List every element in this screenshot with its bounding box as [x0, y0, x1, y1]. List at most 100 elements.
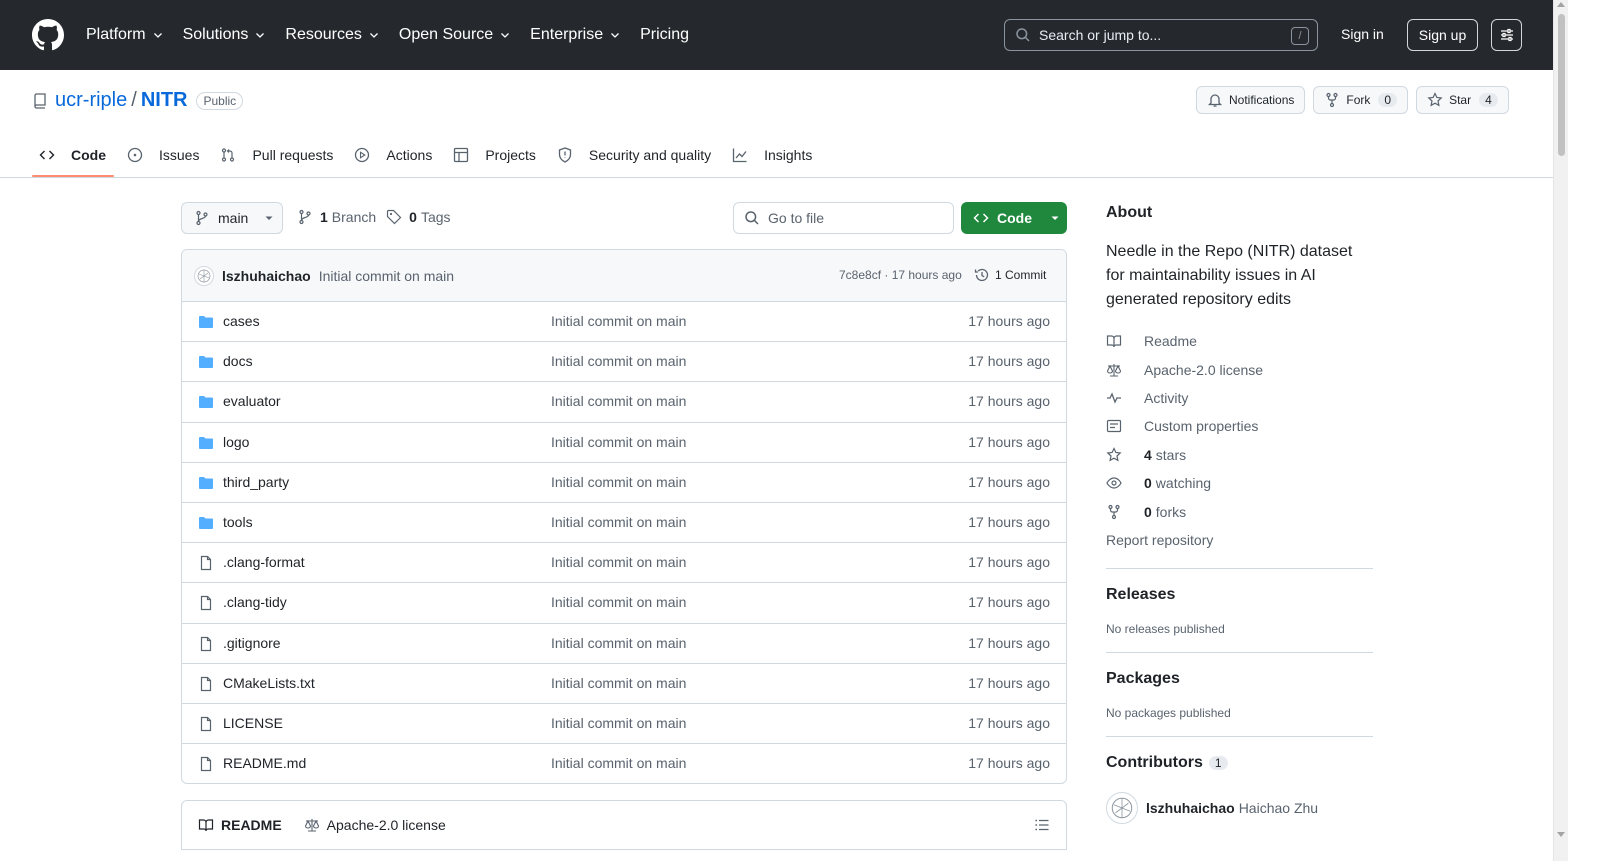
repo-path-separator: /	[131, 89, 137, 111]
scrollbar-thumb[interactable]	[1558, 14, 1565, 156]
file-name-link[interactable]: docs	[223, 353, 253, 369]
file-name-link[interactable]: .gitignore	[223, 635, 281, 651]
sign-up-button[interactable]: Sign up	[1407, 19, 1478, 51]
forks-link[interactable]: 0 forks	[1106, 497, 1373, 525]
global-search-input[interactable]: Search or jump to... /	[1004, 19, 1318, 51]
file-name-link[interactable]: .clang-format	[223, 554, 305, 570]
file-row[interactable]: tools Initial commit on main 17 hours ago	[182, 503, 1066, 544]
file-commit-message-link[interactable]: Initial commit on main	[551, 554, 686, 570]
file-name-link[interactable]: tools	[223, 514, 253, 530]
file-name-link[interactable]: .clang-tidy	[223, 594, 287, 610]
github-logo-icon[interactable]	[32, 19, 64, 51]
nav-resources[interactable]: Resources	[285, 26, 379, 44]
sign-in-link[interactable]: Sign in	[1341, 26, 1384, 42]
appearance-settings-button[interactable]	[1491, 19, 1522, 51]
nav-pricing[interactable]: Pricing	[640, 26, 689, 44]
eye-icon	[1106, 475, 1133, 491]
file-row[interactable]: CMakeLists.txt Initial commit on main 17 h…	[182, 664, 1066, 704]
file-commit-message-link[interactable]: Initial commit on main	[551, 313, 686, 329]
file-row[interactable]: LICENSE Initial commit on main 17 hours ag…	[182, 704, 1066, 745]
go-to-file-input[interactable]: Go to file	[733, 202, 954, 234]
stars-link[interactable]: 4 stars	[1106, 441, 1373, 469]
file-commit-message-link[interactable]: Initial commit on main	[551, 755, 686, 771]
file-name-link[interactable]: README.md	[223, 755, 306, 771]
nav-platform[interactable]: Platform	[86, 26, 164, 44]
branch-select-button[interactable]: main	[181, 202, 283, 234]
file-name-link[interactable]: logo	[223, 434, 249, 450]
avatar[interactable]	[1106, 792, 1138, 825]
tab-issues[interactable]: Issues	[120, 134, 213, 176]
file-commit-message-link[interactable]: Initial commit on main	[551, 474, 686, 490]
file-commit-message-link[interactable]: Initial commit on main	[551, 514, 686, 530]
avatar[interactable]	[194, 265, 214, 286]
repo-tabs: Code Issues Pull requests Actions Projec…	[32, 134, 826, 178]
nav-enterprise[interactable]: Enterprise	[530, 26, 621, 44]
tab-projects[interactable]: Projects	[446, 134, 550, 176]
tab-insights[interactable]: Insights	[725, 134, 826, 176]
issue-icon	[127, 147, 151, 163]
commit-history-link[interactable]: 1 Commit	[974, 267, 1046, 283]
star-button[interactable]: Star 4	[1416, 86, 1509, 114]
caret-down-icon	[264, 213, 274, 223]
fork-button[interactable]: Fork 0	[1313, 86, 1409, 114]
file-row[interactable]: README.md Initial commit on main 17 hours …	[182, 744, 1066, 783]
file-commit-message-link[interactable]: Initial commit on main	[551, 675, 686, 691]
scroll-down-arrow-icon[interactable]	[1557, 832, 1565, 837]
sidebar-divider	[1106, 652, 1373, 654]
commit-author-link[interactable]: lszhuhaichao	[222, 268, 311, 284]
file-name-link[interactable]: cases	[223, 313, 260, 329]
watchers-link[interactable]: 0 watching	[1106, 469, 1373, 497]
file-commit-message-link[interactable]: Initial commit on main	[551, 594, 686, 610]
readme-tab[interactable]: README	[198, 817, 282, 833]
contributor-login-link[interactable]: lszhuhaichao	[1146, 800, 1235, 816]
file-name-link[interactable]: LICENSE	[223, 715, 283, 731]
file-commit-message-link[interactable]: Initial commit on main	[551, 715, 686, 731]
tab-actions[interactable]: Actions	[347, 134, 446, 176]
sidebar-divider	[1106, 736, 1373, 738]
releases-heading[interactable]: Releases	[1106, 586, 1373, 604]
tab-code[interactable]: Code	[32, 134, 120, 177]
file-commit-message-link[interactable]: Initial commit on main	[551, 635, 686, 651]
license-link[interactable]: Apache-2.0 license	[1106, 355, 1373, 383]
tag-icon	[386, 209, 402, 225]
nav-solutions[interactable]: Solutions	[183, 26, 267, 44]
commit-message-link[interactable]: Initial commit on main	[319, 268, 454, 284]
nav-open-source[interactable]: Open Source	[399, 26, 511, 44]
file-row[interactable]: cases Initial commit on main 17 hours ago	[182, 302, 1066, 343]
file-name-link[interactable]: CMakeLists.txt	[223, 675, 315, 691]
custom-properties-link[interactable]: Custom properties	[1106, 412, 1373, 440]
packages-heading[interactable]: Packages	[1106, 670, 1373, 688]
repo-owner-link[interactable]: ucr-riple	[55, 89, 127, 112]
file-row[interactable]: evaluator Initial commit on main 17 hours …	[182, 382, 1066, 423]
file-row[interactable]: .clang-tidy Initial commit on main 17 hour…	[182, 583, 1066, 624]
scroll-up-arrow-icon[interactable]	[1557, 2, 1565, 7]
file-name-link[interactable]: third_party	[223, 474, 289, 490]
tags-link[interactable]: 0 Tags	[386, 209, 451, 225]
file-row[interactable]: logo Initial commit on main 17 hours ago	[182, 423, 1066, 463]
file-row[interactable]: third_party Initial commit on main 17 hour…	[182, 463, 1066, 503]
commit-sha-time[interactable]: 7c8e8cf · 17 hours ago	[839, 268, 962, 282]
file-name-link[interactable]: evaluator	[223, 393, 281, 409]
branches-link[interactable]: 1 Branch	[297, 209, 376, 225]
shield-icon	[557, 147, 581, 163]
notifications-button[interactable]: Notifications	[1196, 86, 1306, 114]
outline-list-icon[interactable]	[1034, 817, 1050, 836]
latest-commit-bar: lszhuhaichao Initial commit on main 7c8e…	[182, 250, 1066, 302]
license-tab[interactable]: Apache-2.0 license	[304, 817, 446, 833]
file-commit-message-link[interactable]: Initial commit on main	[551, 353, 686, 369]
tab-pull-requests[interactable]: Pull requests	[213, 134, 347, 176]
readme-link[interactable]: Readme	[1106, 327, 1373, 355]
file-commit-message-link[interactable]: Initial commit on main	[551, 393, 686, 409]
tab-security[interactable]: Security and quality	[550, 134, 725, 176]
report-repository-link[interactable]: Report repository	[1106, 526, 1373, 554]
page-scrollbar[interactable]	[1553, 0, 1568, 861]
file-commit-message-link[interactable]: Initial commit on main	[551, 434, 686, 450]
file-row[interactable]: docs Initial commit on main 17 hours ago	[182, 342, 1066, 383]
code-dropdown-button[interactable]: Code	[961, 202, 1067, 234]
repo-name-link[interactable]: NITR	[141, 89, 188, 112]
activity-link[interactable]: Activity	[1106, 384, 1373, 412]
file-row[interactable]: .gitignore Initial commit on main 17 hours…	[182, 624, 1066, 664]
file-row[interactable]: .clang-format Initial commit on main 17 ho…	[182, 543, 1066, 584]
search-icon	[744, 210, 768, 226]
contributors-heading[interactable]: Contributors 1	[1106, 754, 1373, 772]
